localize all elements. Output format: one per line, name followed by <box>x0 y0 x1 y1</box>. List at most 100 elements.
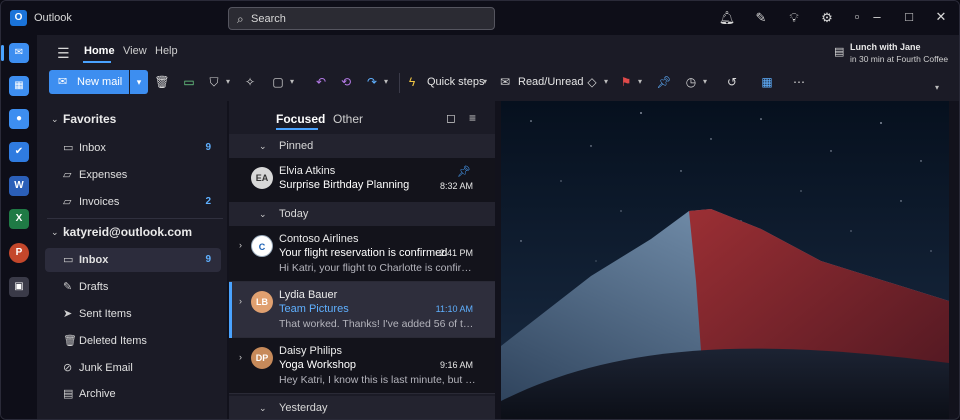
folder-label: Inbox <box>79 254 109 266</box>
toolbar-divider <box>399 73 400 93</box>
gear-icon[interactable]: ⚙ <box>818 10 836 26</box>
favorites-item-invoices[interactable]: ▱ Invoices 2 <box>45 190 221 214</box>
favorites-item-inbox[interactable]: ▭ Inbox 9 <box>45 136 221 160</box>
reply-icon[interactable]: ↶ <box>312 75 330 89</box>
quick-steps-button[interactable]: Quick steps <box>427 76 484 88</box>
flag-icon[interactable]: ⚑ <box>617 75 635 89</box>
select-mode-icon[interactable]: ◻ <box>446 111 456 125</box>
sticky-note-icon[interactable]: ✎ <box>752 10 770 26</box>
word-icon[interactable]: W <box>9 176 29 196</box>
close-icon[interactable]: ✕ <box>931 9 951 25</box>
chevron-right-icon[interactable]: › <box>239 352 242 362</box>
search-icon: ⌕ <box>237 12 244 26</box>
bell-icon[interactable]: 🔔︎ <box>718 10 736 26</box>
folder-item-junk-email[interactable]: ⊘ Junk Email <box>45 356 221 380</box>
folder-item-deleted-items[interactable]: 🗑︎ Deleted Items <box>45 329 221 353</box>
people-icon[interactable]: ● <box>9 109 29 129</box>
calendar-icon[interactable]: ▦ <box>9 76 29 96</box>
inbox-icon: ▭ <box>63 142 74 154</box>
account-header[interactable]: katyreid@outlook.com <box>63 225 192 239</box>
new-mail-dropdown[interactable]: ▾ <box>130 70 148 94</box>
tab-other[interactable]: Other <box>333 112 363 126</box>
flag-dropdown-icon[interactable]: ▾ <box>638 77 642 86</box>
calendar-reminder-icon: ▤ <box>834 46 845 58</box>
lightbulb-icon[interactable]: 💡︎ <box>785 10 803 26</box>
inbox-icon: ▭ <box>63 254 74 266</box>
tab-focused[interactable]: Focused <box>276 112 325 126</box>
message-subject: Your flight reservation is confirmed <box>279 247 448 259</box>
folder-label: Junk Email <box>79 362 133 374</box>
shield-dropdown-icon[interactable]: ▾ <box>226 77 230 86</box>
group-header-today[interactable]: ⌄ Today <box>229 202 495 226</box>
hamburger-menu-icon[interactable]: ☰ <box>57 45 70 62</box>
maximize-icon[interactable]: □ <box>899 9 919 24</box>
avatar: C <box>251 235 273 257</box>
shield-icon[interactable]: ⛉ <box>205 75 223 90</box>
mail-icon[interactable]: ✉ <box>9 43 29 63</box>
group-header-pinned[interactable]: ⌄ Pinned <box>229 134 495 158</box>
message-preview: That worked. Thanks! I've added 56 of th… <box>279 318 479 330</box>
move-folder-icon[interactable]: ▢ <box>269 75 287 89</box>
chevron-right-icon[interactable]: › <box>239 240 242 250</box>
tab-help[interactable]: Help <box>155 45 178 57</box>
quick-steps-dropdown-icon[interactable]: ▾ <box>483 77 487 86</box>
pin-icon[interactable]: 📌︎ <box>655 75 673 89</box>
favorites-chevron-icon[interactable]: ⌄ <box>51 114 59 125</box>
tag-dropdown-icon[interactable]: ▾ <box>604 77 608 86</box>
favorites-item-expenses[interactable]: ▱ Expenses <box>45 163 221 187</box>
ribbon-collapse-icon[interactable]: ▾ <box>935 83 939 92</box>
lightning-icon[interactable]: ϟ <box>403 75 421 89</box>
tab-home[interactable]: Home <box>84 45 115 57</box>
message-row[interactable]: › C Contoso Airlines Your flight reserva… <box>229 226 495 282</box>
more-options-icon[interactable]: ⋯ <box>790 75 808 89</box>
folder-label: Deleted Items <box>79 335 147 347</box>
folder-item-sent-items[interactable]: ➤ Sent Items <box>45 302 221 326</box>
message-time: 11:10 AM <box>435 304 473 314</box>
clock-icon[interactable]: ◷ <box>682 75 700 89</box>
drafts-icon: ✎ <box>63 281 73 293</box>
message-row[interactable]: › LB Lydia Bauer Team Pictures 11:10 AM … <box>229 282 495 338</box>
folder-item-archive[interactable]: ▤ Archive <box>45 382 221 406</box>
search-input[interactable]: Search <box>251 13 286 25</box>
forward-dropdown-icon[interactable]: ▾ <box>384 77 388 86</box>
search-box[interactable]: ⌕ Search <box>228 7 495 30</box>
undo-icon[interactable]: ↺ <box>723 75 741 89</box>
account-chevron-icon[interactable]: ⌄ <box>51 227 59 238</box>
reminder-title[interactable]: Lunch with Jane <box>850 42 921 52</box>
archive-icon[interactable]: ▭ <box>180 75 198 89</box>
folder-label: Invoices <box>79 196 120 208</box>
folder-item-drafts[interactable]: ✎ Drafts <box>45 275 221 299</box>
apps-icon[interactable]: ▣ <box>9 277 29 297</box>
tag-icon[interactable]: ◇ <box>583 75 601 89</box>
envelope-icon: ✉ <box>58 76 68 88</box>
rail-selection-indicator <box>1 45 4 61</box>
sweep-icon[interactable]: ✧ <box>241 75 259 89</box>
chevron-right-icon[interactable]: › <box>239 296 242 306</box>
forward-icon[interactable]: ↷ <box>363 75 381 89</box>
app-name: Outlook <box>34 12 72 24</box>
snooze-dropdown-icon[interactable]: ▾ <box>703 77 707 86</box>
minimize-icon[interactable]: – <box>867 9 887 24</box>
restore-icon[interactable]: ▫ <box>847 9 867 24</box>
group-header-yesterday[interactable]: ⌄ Yesterday <box>229 396 495 419</box>
filter-icon[interactable]: ≡ <box>469 111 476 125</box>
excel-icon[interactable]: X <box>9 209 29 229</box>
folder-label: Archive <box>79 388 116 400</box>
layout-grid-icon[interactable]: ▦ <box>758 75 776 89</box>
read-unread-button[interactable]: Read/Unread <box>518 76 583 88</box>
folder-item-inbox[interactable]: ▭ Inbox 9 <box>45 248 221 272</box>
unread-count: 2 <box>205 196 211 207</box>
delete-icon[interactable]: 🗑︎ <box>153 75 171 89</box>
reply-all-icon[interactable]: ⟲ <box>337 75 355 89</box>
todo-icon[interactable]: ✔ <box>9 142 29 162</box>
unread-count: 9 <box>205 254 211 265</box>
new-mail-button[interactable]: ✉ New mail <box>49 70 129 94</box>
move-dropdown-icon[interactable]: ▾ <box>290 77 294 86</box>
envelope-open-icon[interactable]: ✉ <box>496 75 514 89</box>
powerpoint-icon[interactable]: P <box>9 243 29 263</box>
favorites-header[interactable]: Favorites <box>63 112 116 126</box>
tab-view[interactable]: View <box>123 45 147 57</box>
message-row[interactable]: › DP Daisy Philips Yoga Workshop 9:16 AM… <box>229 338 495 394</box>
message-preview: Hi Katri, your flight to Charlotte is co… <box>279 262 479 274</box>
pin-icon[interactable]: 📌︎ <box>457 165 471 178</box>
